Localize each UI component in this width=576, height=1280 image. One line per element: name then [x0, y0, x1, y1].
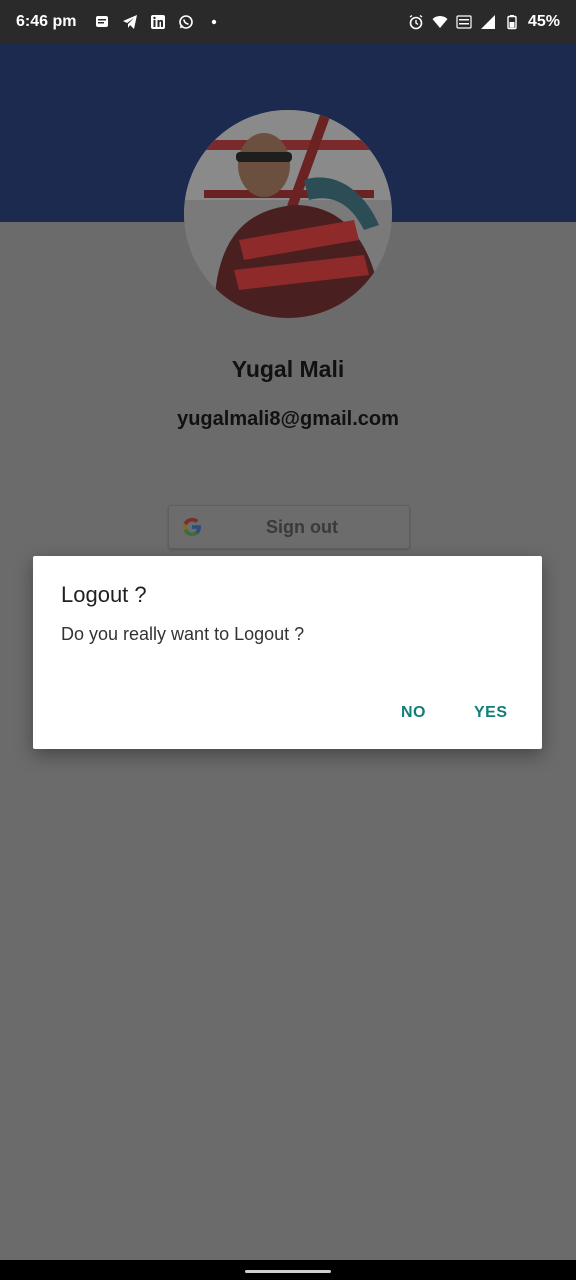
status-bar: 6:46 pm 45% — [0, 0, 576, 44]
no-button[interactable]: NO — [401, 704, 426, 722]
status-left: 6:46 pm — [16, 13, 222, 31]
profile-name: Yugal Mali — [231, 356, 345, 382]
volte-wifi-icon — [456, 14, 472, 30]
logout-dialog: Logout ? Do you really want to Logout ? … — [33, 556, 542, 749]
dot-icon — [206, 14, 222, 30]
battery-icon — [504, 14, 520, 30]
linkedin-icon — [150, 14, 166, 30]
navigation-bar — [0, 1260, 576, 1280]
telegram-icon — [122, 14, 138, 30]
sign-out-button[interactable]: Sign out — [168, 505, 410, 549]
message-icon — [94, 14, 110, 30]
battery-percent: 45% — [527, 13, 560, 30]
profile-email: yugalmali8@gmail.com — [177, 408, 399, 430]
sign-out-label: Sign out — [266, 516, 338, 537]
whatsapp-icon — [178, 14, 194, 30]
wifi-icon — [432, 14, 448, 30]
alarm-icon — [408, 14, 424, 30]
status-time: 6:46 pm — [16, 13, 77, 30]
dialog-title: Logout ? — [61, 582, 147, 607]
status-right: 45% — [408, 13, 560, 31]
yes-button[interactable]: YES — [474, 704, 508, 722]
signal-icon — [480, 14, 496, 30]
profile-avatar — [184, 110, 392, 318]
dialog-message: Do you really want to Logout ? — [61, 624, 305, 644]
home-indicator[interactable] — [245, 1270, 331, 1273]
google-icon — [181, 516, 203, 538]
